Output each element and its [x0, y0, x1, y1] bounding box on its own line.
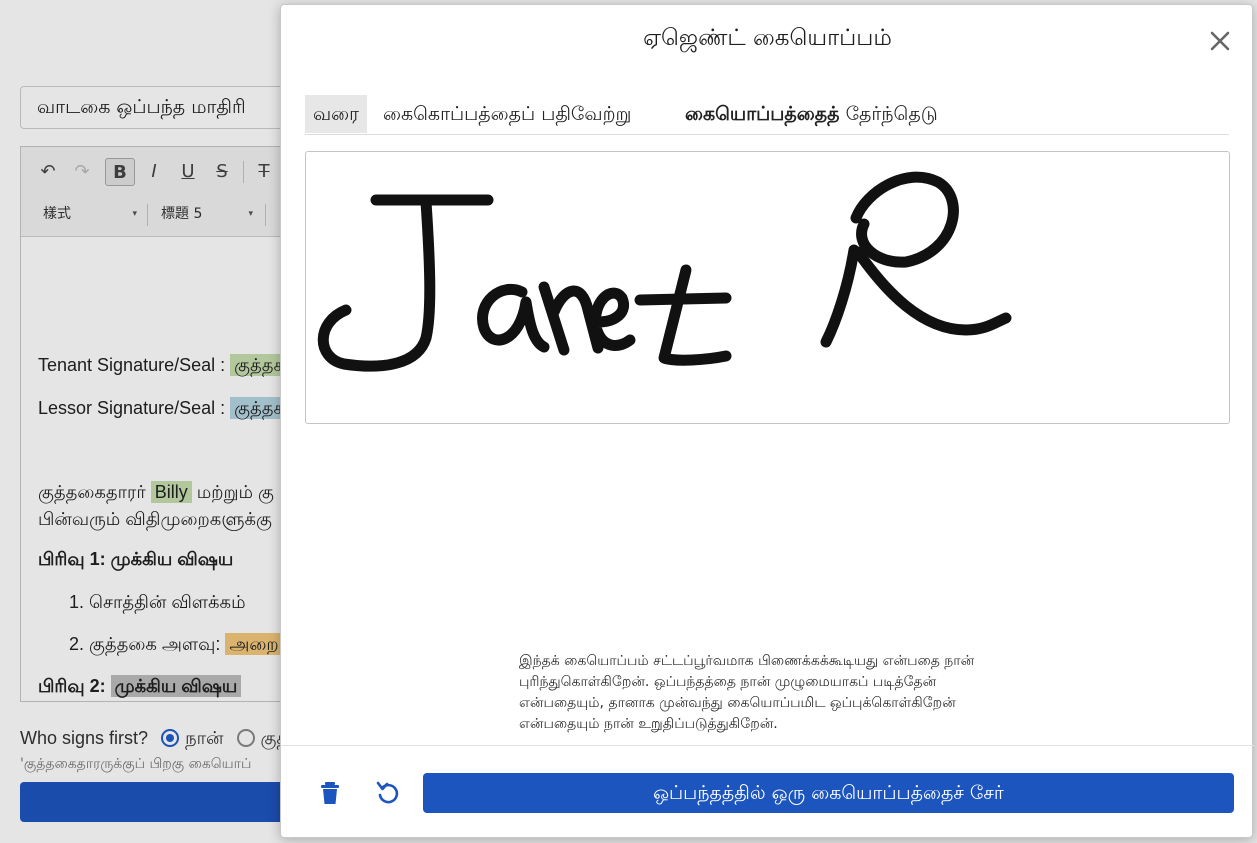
tab-draw[interactable]: வரை — [305, 95, 367, 133]
trash-icon[interactable] — [317, 780, 343, 806]
modal-title: ஏஜெண்ட் கையொப்பம் — [643, 25, 892, 51]
undo-icon[interactable] — [375, 780, 401, 806]
tab-choose-rest: தேர்ந்தெடு — [839, 103, 938, 125]
tab-choose-bold: கையொப்பத்தைத் — [685, 103, 840, 125]
handwritten-signature — [317, 171, 1012, 372]
signature-modal: ஏஜெண்ட் கையொப்பம் வரை கைகொப்பத்தைப் பதிவ… — [280, 4, 1254, 838]
tab-choose[interactable]: கையொப்பத்தைத் தேர்ந்தெடு — [677, 95, 946, 133]
footer-divider — [281, 745, 1254, 746]
add-signature-button[interactable]: ஒப்பந்தத்தில் ஒரு கையொப்பத்தைச் சேர் — [423, 773, 1234, 813]
signature-pad[interactable] — [305, 151, 1230, 424]
signature-tabs: வரை கைகொப்பத்தைப் பதிவேற்று கையொப்பத்தைத… — [305, 95, 1229, 135]
close-icon[interactable] — [1202, 23, 1238, 59]
consent-text: இந்தக் கையொப்பம் சட்டப்பூர்வமாக பிணைக்கக… — [519, 653, 975, 732]
screen: வாடகை ஒப்பந்த மாதிரி ↶ ↷ B I U S T 樣式 ▾ … — [0, 0, 1257, 843]
tab-upload[interactable]: கைகொப்பத்தைப் பதிவேற்று — [375, 95, 639, 133]
